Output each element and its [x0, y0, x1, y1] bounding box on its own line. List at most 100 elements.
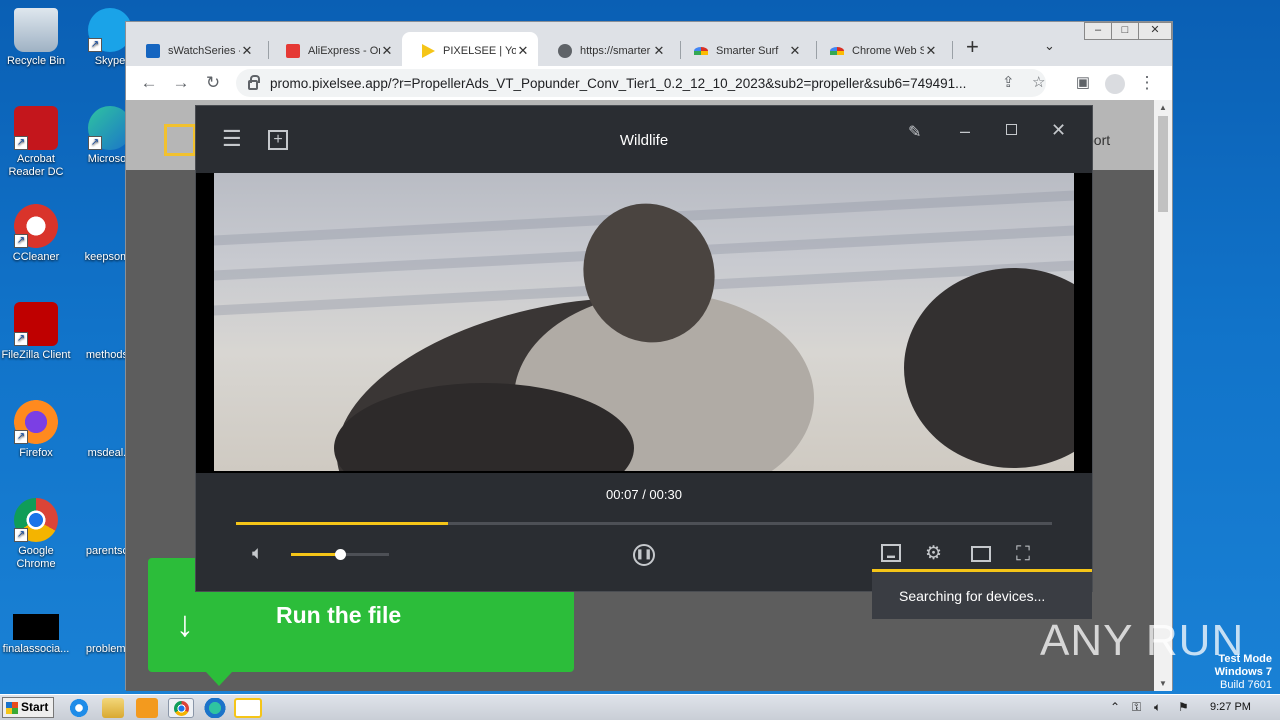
- tray-chevron-up-icon[interactable]: ⌃: [1110, 700, 1120, 714]
- playback-time: 00:07 / 00:30: [606, 487, 682, 502]
- acrobat-icon: ↗: [14, 106, 58, 150]
- desktop-icon-label: Acrobat Reader DC: [8, 153, 64, 178]
- desktop-icon-label: Google Chrome: [16, 545, 56, 570]
- player-minimize-icon[interactable]: –: [960, 122, 970, 140]
- desktop-icon-label: finalassocia...: [2, 643, 70, 655]
- edge-taskbar-icon[interactable]: [204, 698, 226, 718]
- close-tab-icon[interactable]: ✕: [788, 43, 802, 59]
- lock-icon[interactable]: [248, 75, 260, 90]
- desktop-icon-acrobat[interactable]: ↗ Acrobat Reader DC: [0, 106, 74, 179]
- tab-search-chevron-down-icon[interactable]: ⌄: [1044, 38, 1055, 54]
- tab-pixelsee[interactable]: PIXELSEE | You ✕: [402, 32, 538, 70]
- rainbow-favicon-icon: [830, 47, 844, 55]
- seek-bar[interactable]: [236, 522, 1052, 525]
- forward-button[interactable]: →: [168, 70, 194, 96]
- page-scrollbar[interactable]: ▲ ▼: [1154, 100, 1172, 691]
- new-tab-button[interactable]: +: [966, 34, 979, 60]
- close-tab-icon[interactable]: ✕: [240, 43, 254, 59]
- tab-smarter-surf[interactable]: Smarter Surf ✕: [674, 32, 810, 70]
- scroll-up-icon[interactable]: ▲: [1154, 103, 1172, 112]
- player-maximize-icon[interactable]: [1006, 124, 1017, 135]
- desktop-icon-google-chrome[interactable]: ↗ Google Chrome: [0, 498, 74, 571]
- rainbow-favicon-icon: [694, 47, 708, 55]
- chrome-taskbar-icon[interactable]: [168, 698, 194, 718]
- cast-searching-popup: Searching for devices...: [872, 569, 1092, 619]
- desktop-icon-filezilla[interactable]: ↗ FileZilla Client: [0, 302, 74, 362]
- run-file-label: Run the file: [276, 602, 402, 628]
- scrollbar-thumb[interactable]: [1158, 116, 1168, 212]
- close-window-button[interactable]: ✕: [1138, 22, 1172, 40]
- video-frame-sea-lions: [214, 173, 1074, 471]
- internet-explorer-icon[interactable]: [68, 698, 90, 718]
- tray-action-center-flag-icon[interactable]: ⚑: [1178, 700, 1189, 714]
- close-tab-icon[interactable]: ✕: [380, 43, 394, 59]
- video-area[interactable]: [196, 173, 1092, 473]
- desktop-icon-firefox[interactable]: ↗ Firefox: [0, 400, 74, 460]
- tab-aliexpress[interactable]: AliExpress - Or ✕: [266, 32, 402, 70]
- pause-button[interactable]: ❚❚: [633, 544, 655, 566]
- watermark-line: Windows 7: [1214, 666, 1272, 678]
- firefox-icon: ↗: [14, 400, 58, 444]
- volume-speaker-icon[interactable]: 🔈︎: [252, 544, 263, 564]
- pin-icon[interactable]: ✎: [908, 124, 921, 142]
- anyrun-watermark-logo: ANY RUN: [1040, 616, 1245, 665]
- taskbar: Start ⌃ ⚿ 🔈︎ ⚑ 9:27 PM: [0, 694, 1280, 720]
- bookmark-star-icon[interactable]: ☆: [1032, 73, 1045, 91]
- close-tab-icon[interactable]: ✕: [516, 43, 530, 59]
- volume-slider[interactable]: [291, 549, 389, 560]
- desktop-icon-label: Recycle Bin: [6, 55, 66, 67]
- pixelsee-logo-icon: [164, 124, 196, 156]
- favicon-icon: [286, 44, 300, 58]
- settings-gear-icon[interactable]: ⚙: [925, 544, 942, 564]
- tab-title: Chrome Web S: [852, 45, 924, 57]
- url-text[interactable]: promo.pixelsee.app/?r=PropellerAds_VT_Po…: [270, 76, 990, 91]
- scroll-down-icon[interactable]: ▼: [1154, 679, 1172, 688]
- video-player-window: ☰ + Wildlife ✎ – ✕ 00:07 / 00:30 🔈︎ ❚❚ ▬…: [195, 105, 1093, 592]
- back-button[interactable]: ←: [136, 70, 162, 96]
- tab-smarter-url[interactable]: https://smarter ✕: [538, 32, 674, 70]
- player-close-icon[interactable]: ✕: [1051, 121, 1066, 139]
- start-button[interactable]: Start: [2, 697, 54, 718]
- tab-swatchseries[interactable]: sWatchSeries - ✕: [126, 32, 262, 70]
- watermark-line: Build 7601: [1220, 679, 1272, 691]
- cast-status-text: Searching for devices...: [899, 588, 1046, 604]
- player-titlebar: ☰ + Wildlife ✎ – ✕: [196, 106, 1092, 173]
- taskbar-clock[interactable]: 9:27 PM: [1210, 701, 1251, 713]
- black-file-icon: [13, 614, 59, 640]
- address-bar[interactable]: promo.pixelsee.app/?r=PropellerAds_VT_Po…: [236, 69, 1046, 97]
- browser-toolbar: ← → ↻ promo.pixelsee.app/?r=PropellerAds…: [126, 66, 1172, 100]
- tab-title: Smarter Surf: [716, 45, 779, 57]
- cast-icon[interactable]: [971, 546, 991, 562]
- tray-network-icon[interactable]: ⚿: [1132, 700, 1141, 715]
- file-explorer-icon[interactable]: [102, 698, 124, 718]
- player-title: Wildlife: [619, 132, 669, 149]
- desktop-icon-recycle-bin[interactable]: Recycle Bin: [0, 8, 74, 68]
- media-player-icon[interactable]: [136, 698, 158, 718]
- tab-title: https://smarter: [580, 45, 651, 57]
- subtitles-icon[interactable]: ▬: [881, 544, 901, 562]
- pixelsee-taskbar-icon[interactable]: [234, 698, 262, 718]
- tab-strip: sWatchSeries - ✕ AliExpress - Or ✕ PIXEL…: [126, 22, 1172, 70]
- desktop-icon-label: CCleaner: [12, 251, 60, 263]
- share-icon[interactable]: ⇪: [1002, 73, 1015, 91]
- recycle-bin-icon: [14, 8, 58, 52]
- side-panel-icon[interactable]: ▣: [1070, 70, 1096, 96]
- fullscreen-icon[interactable]: ⛶: [1016, 544, 1030, 564]
- menu-kebab-icon[interactable]: ⋮: [1134, 70, 1160, 96]
- windows-flag-icon: [6, 702, 18, 714]
- maximize-button[interactable]: □: [1111, 22, 1139, 40]
- profile-avatar-icon[interactable]: [1102, 70, 1128, 96]
- minimize-button[interactable]: ‒: [1084, 22, 1112, 40]
- desktop-icon-ccleaner[interactable]: ↗ CCleaner: [0, 204, 74, 264]
- close-tab-icon[interactable]: ✕: [652, 43, 666, 59]
- tray-volume-icon[interactable]: 🔈︎: [1154, 700, 1161, 715]
- close-tab-icon[interactable]: ✕: [924, 43, 938, 59]
- tab-separator: [952, 41, 953, 59]
- volume-slider-fill: [291, 553, 340, 556]
- play-favicon-icon: [422, 44, 435, 58]
- reload-button[interactable]: ↻: [200, 70, 226, 96]
- volume-slider-knob[interactable]: [335, 549, 346, 560]
- favicon-icon: [146, 44, 160, 58]
- tab-chrome-web-store[interactable]: Chrome Web S ✕: [810, 32, 946, 70]
- desktop-icon-finalassocia[interactable]: finalassocia...: [0, 614, 74, 656]
